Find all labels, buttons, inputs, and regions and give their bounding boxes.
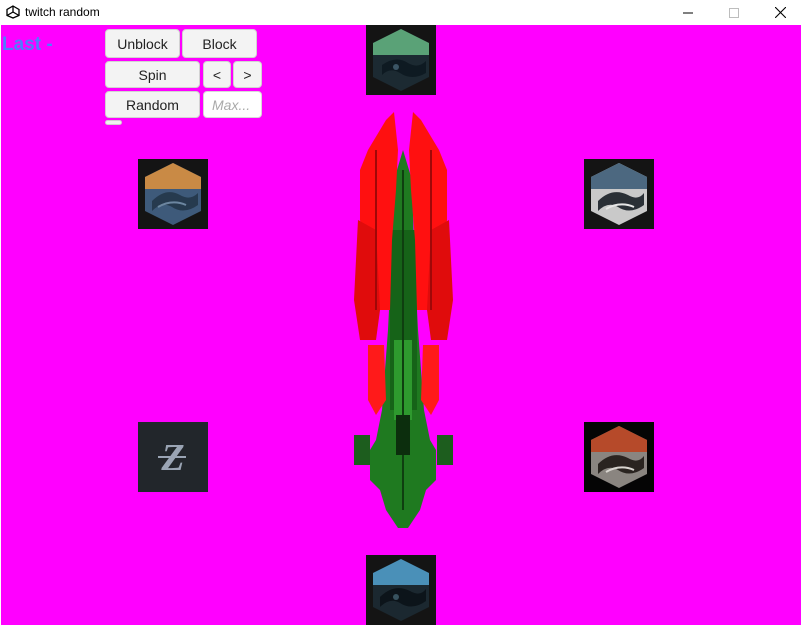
random-button[interactable]: Random [105,91,200,118]
faction-emblem-orange-icon [145,163,201,225]
game-viewport[interactable]: Last - Unblock Block Spin < > Random Max… [1,25,802,625]
block-button[interactable]: Block [182,29,257,58]
unity-logo-icon [6,5,20,19]
faction-tile-right-lower[interactable] [584,422,654,492]
spin-button[interactable]: Spin [105,61,200,88]
previous-button[interactable]: < [203,61,231,88]
last-result-label: Last - [2,34,53,55]
faction-emblem-slate-icon [591,163,647,225]
maximize-button[interactable] [711,0,757,25]
faction-tile-bottom[interactable] [366,555,436,625]
z-letter-icon: Z [138,422,208,492]
window-title: twitch random [25,5,100,19]
spaceship-model [354,112,453,528]
title-bar: twitch random [0,0,803,25]
faction-tile-left-upper[interactable] [138,159,208,229]
unblock-button[interactable]: Unblock [105,29,180,58]
minimize-icon [683,12,693,13]
scrollbar-handle[interactable] [105,120,122,125]
faction-tile-top[interactable] [366,25,436,95]
faction-tile-right-upper[interactable] [584,159,654,229]
minimize-button[interactable] [665,0,711,25]
close-button[interactable] [757,0,803,25]
faction-emblem-green-icon [373,29,429,91]
maximize-icon [729,7,739,18]
max-input[interactable]: Max... [203,91,262,118]
faction-tile-left-lower[interactable]: Z [138,422,208,492]
next-button[interactable]: > [233,61,262,88]
faction-emblem-red-icon [591,426,647,488]
close-icon [774,7,786,18]
faction-emblem-blue-icon [373,559,429,621]
